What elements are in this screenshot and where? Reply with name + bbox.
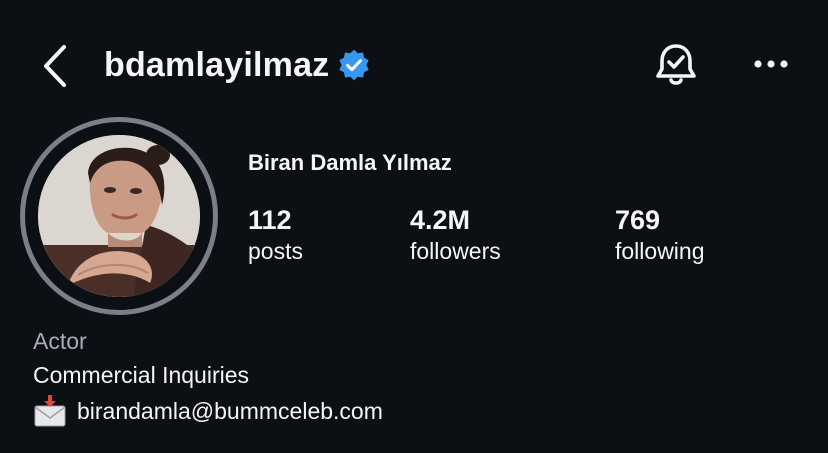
profile-avatar[interactable] xyxy=(20,117,218,315)
stat-posts[interactable]: 112 posts xyxy=(248,204,303,266)
bio-email-row: birandamla@bummceleb.com xyxy=(33,394,383,428)
stat-followers-value: 4.2M xyxy=(410,205,471,235)
profile-category: Actor xyxy=(33,328,87,354)
notification-bell-icon[interactable] xyxy=(652,42,700,90)
incoming-envelope-icon xyxy=(34,395,66,427)
more-options-icon[interactable] xyxy=(748,50,794,78)
bio-line: Commercial Inquiries xyxy=(33,362,250,388)
back-arrow-icon[interactable] xyxy=(40,44,70,88)
stat-posts-label: posts xyxy=(248,238,303,264)
stat-posts-value: 112 xyxy=(248,205,292,235)
verified-badge-icon xyxy=(339,49,370,81)
username: bdamlayilmaz xyxy=(104,45,330,84)
stat-following-label: following xyxy=(615,238,705,264)
avatar-photo xyxy=(38,135,200,297)
profile-header: bdamlayilmaz xyxy=(0,0,828,130)
stat-following-value: 769 xyxy=(615,205,661,235)
stat-following[interactable]: 769 following xyxy=(615,204,705,266)
username-title: bdamlayilmaz xyxy=(104,44,371,86)
bio-email-link[interactable]: birandamla@bummceleb.com xyxy=(77,398,383,425)
stat-followers[interactable]: 4.2M followers xyxy=(410,204,501,266)
stat-followers-label: followers xyxy=(410,238,501,264)
avatar-portrait-image xyxy=(38,135,200,297)
profile-full-name: Biran Damla Yılmaz xyxy=(248,150,452,175)
